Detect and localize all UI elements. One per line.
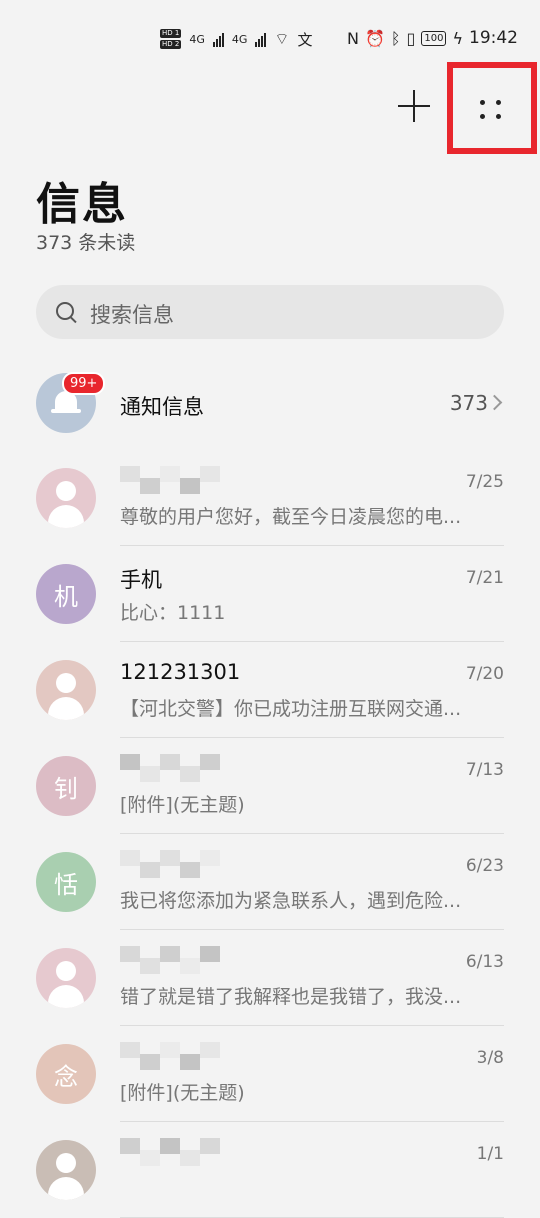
person-icon xyxy=(56,481,76,501)
person-icon xyxy=(56,1153,76,1173)
message-date: 7/13 xyxy=(465,760,504,780)
nfc-icon: N xyxy=(347,28,359,48)
page-title: 信息 xyxy=(36,179,128,230)
message-date: 6/23 xyxy=(465,856,504,876)
message-preview: [附件](无主题) xyxy=(120,1082,245,1104)
conversation-row[interactable]: 6/13 错了就是错了我解释也是我错了，我没... xyxy=(0,930,540,1026)
notification-count: 373 xyxy=(449,391,488,415)
notification-title: 通知信息 xyxy=(120,395,204,419)
network-type: 4G xyxy=(189,32,205,46)
clock: 19:42 xyxy=(469,28,518,48)
message-preview: 错了就是错了我解释也是我错了，我没... xyxy=(120,986,462,1008)
contact-name: 手机 xyxy=(120,568,162,592)
signal-icon xyxy=(212,31,224,47)
redacted-name xyxy=(120,462,220,494)
redacted-name xyxy=(120,750,220,782)
chevron-right-icon xyxy=(486,394,503,411)
avatar-initial: 机 xyxy=(54,582,78,611)
search-icon xyxy=(56,302,74,320)
person-icon-body xyxy=(48,697,84,720)
person-icon xyxy=(56,961,76,981)
contact-avatar: 念 xyxy=(36,1044,96,1104)
hd1-icon: HD 1 HD 2 xyxy=(160,29,182,49)
redacted-name xyxy=(120,1134,220,1166)
person-icon-body xyxy=(48,505,84,528)
redacted-name xyxy=(120,1038,220,1070)
person-icon-body xyxy=(48,1177,84,1200)
avatar-initial: 钊 xyxy=(54,774,78,803)
conversation-row[interactable]: 念 3/8 [附件](无主题) xyxy=(0,1026,540,1122)
conversation-row[interactable]: 1/1 xyxy=(0,1122,540,1218)
avatar-initial: 念 xyxy=(54,1062,78,1091)
alarm-icon: ⏰ xyxy=(365,28,385,48)
message-preview: 我已将您添加为紧急联系人，遇到危险... xyxy=(120,890,462,912)
notification-row[interactable]: 通知信息 373 xyxy=(0,355,540,451)
more-dots-icon xyxy=(479,94,505,120)
network-indicators: HD 1 HD 2 4G 4G ⌔ 文 xyxy=(160,26,312,52)
message-date: 7/21 xyxy=(465,568,504,588)
contact-name: 121231301 xyxy=(120,660,241,684)
person-icon-body xyxy=(48,985,84,1008)
redacted-name xyxy=(120,846,220,878)
message-date: 3/8 xyxy=(476,1048,504,1068)
conversation-row[interactable]: 恬 6/23 我已将您添加为紧急联系人，遇到危险... xyxy=(0,834,540,930)
network-type-2: 4G xyxy=(231,32,248,46)
contact-avatar xyxy=(36,948,96,1008)
system-indicators: N ⏰ ᛒ ▯ 100 ϟ 19:42 xyxy=(347,28,518,48)
plus-icon[interactable] xyxy=(398,90,430,122)
message-preview: 尊敬的用户您好，截至今日凌晨您的电... xyxy=(120,506,462,528)
message-date: 6/13 xyxy=(465,952,504,972)
conversation-row[interactable]: 121231301 7/20 【河北交警】你已成功注册互联网交通... xyxy=(0,642,540,738)
search-bar[interactable]: 搜索信息 xyxy=(36,285,504,339)
message-date: 7/20 xyxy=(465,664,504,684)
contact-avatar xyxy=(36,468,96,528)
contact-avatar xyxy=(36,1140,96,1200)
redacted-name xyxy=(120,942,220,974)
conversation-row[interactable]: 7/25 尊敬的用户您好，截至今日凌晨您的电... xyxy=(0,450,540,546)
text-icon: 文 xyxy=(297,30,313,49)
message-preview: [附件](无主题) xyxy=(120,794,245,816)
message-preview: 【河北交警】你已成功注册互联网交通... xyxy=(120,698,462,720)
bluetooth-icon: ᛒ xyxy=(390,28,401,48)
avatar-initial: 恬 xyxy=(54,870,78,899)
unread-badge: 99+ xyxy=(62,372,106,395)
message-date: 1/1 xyxy=(476,1144,504,1164)
charging-icon: ϟ xyxy=(452,28,463,48)
contact-avatar xyxy=(36,660,96,720)
search-placeholder: 搜索信息 xyxy=(90,303,174,327)
conversation-row[interactable]: 机 手机 7/21 比心：1111 xyxy=(0,546,540,642)
contact-avatar: 恬 xyxy=(36,852,96,912)
battery-icon: 100 xyxy=(421,30,447,46)
more-button[interactable] xyxy=(447,62,537,154)
contact-avatar: 机 xyxy=(36,564,96,624)
message-preview: 比心：1111 xyxy=(120,602,226,624)
signal-icon-2 xyxy=(255,31,267,47)
vibrate-icon: ▯ xyxy=(406,28,416,48)
person-icon xyxy=(56,673,76,693)
message-date: 7/25 xyxy=(465,472,504,492)
conversation-row[interactable]: 钊 7/13 [附件](无主题) xyxy=(0,738,540,834)
wifi-icon: ⌔ xyxy=(274,29,290,48)
contact-avatar: 钊 xyxy=(36,756,96,816)
unread-count: 373 条未读 xyxy=(36,232,136,254)
